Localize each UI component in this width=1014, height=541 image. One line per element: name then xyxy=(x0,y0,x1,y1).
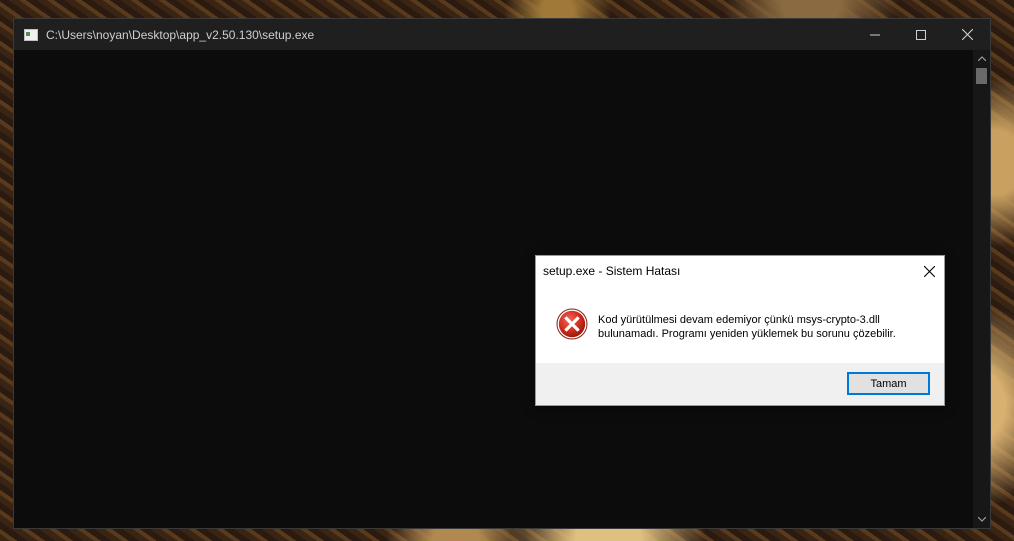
ok-button[interactable]: Tamam xyxy=(847,372,930,395)
minimize-icon xyxy=(870,34,880,35)
error-message-line-2: bulunamadı. Programı yeniden yüklemek bu… xyxy=(598,328,896,340)
window-title: C:\Users\noyan\Desktop\app_v2.50.130\set… xyxy=(46,27,315,42)
dialog-footer: Tamam xyxy=(536,363,944,405)
chevron-up-icon xyxy=(977,56,986,61)
error-message: Kod yürütülmesi devam edemiyor çünkü msy… xyxy=(598,313,928,341)
error-icon xyxy=(556,308,588,340)
vertical-scrollbar[interactable] xyxy=(973,50,990,528)
error-dialog[interactable]: setup.exe - Sistem Hatası Kod yürütülmes… xyxy=(535,255,945,406)
minimize-button[interactable] xyxy=(852,19,898,50)
scrollbar-thumb[interactable] xyxy=(976,68,987,84)
dialog-body: Kod yürütülmesi devam edemiyor çünkü msy… xyxy=(536,286,944,364)
dialog-title: setup.exe - Sistem Hatası xyxy=(543,264,681,278)
maximize-icon xyxy=(916,29,926,40)
chevron-down-icon xyxy=(977,517,986,522)
window-controls xyxy=(852,19,990,50)
close-button[interactable] xyxy=(944,19,990,50)
dialog-titlebar[interactable]: setup.exe - Sistem Hatası xyxy=(536,256,944,286)
console-titlebar[interactable]: C:\Users\noyan\Desktop\app_v2.50.130\set… xyxy=(14,19,990,50)
close-icon xyxy=(961,29,973,40)
close-icon xyxy=(923,265,935,277)
scroll-down-button[interactable] xyxy=(973,511,990,528)
dialog-close-button[interactable] xyxy=(914,256,944,286)
maximize-button[interactable] xyxy=(898,19,944,50)
error-message-line-1: Kod yürütülmesi devam edemiyor çünkü msy… xyxy=(598,314,880,326)
scroll-up-button[interactable] xyxy=(973,50,990,67)
console-app-icon xyxy=(24,28,38,41)
